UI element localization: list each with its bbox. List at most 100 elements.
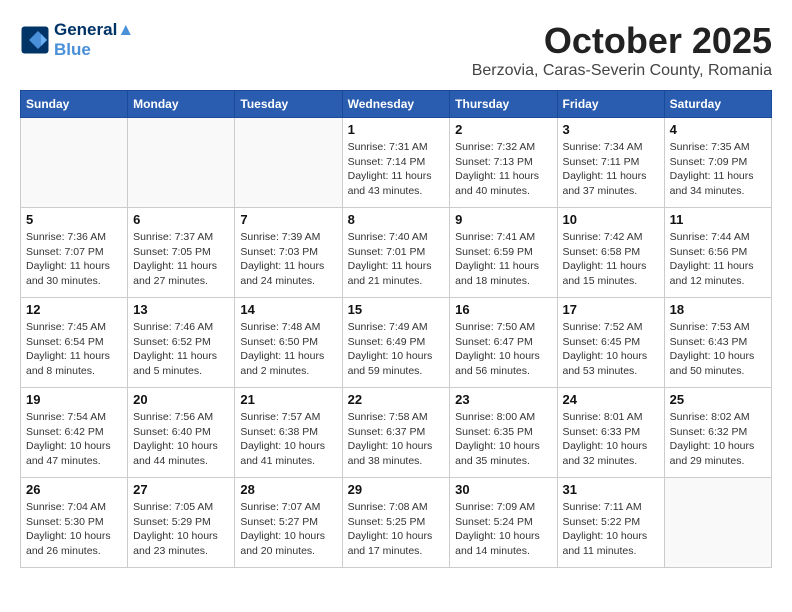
- day-info: Sunrise: 7:49 AM Sunset: 6:49 PM Dayligh…: [348, 320, 445, 379]
- calendar-cell: 27Sunrise: 7:05 AM Sunset: 5:29 PM Dayli…: [128, 478, 235, 568]
- calendar-week-row: 26Sunrise: 7:04 AM Sunset: 5:30 PM Dayli…: [21, 478, 772, 568]
- day-info: Sunrise: 7:37 AM Sunset: 7:05 PM Dayligh…: [133, 230, 229, 289]
- day-info: Sunrise: 7:41 AM Sunset: 6:59 PM Dayligh…: [455, 230, 551, 289]
- calendar-cell: 14Sunrise: 7:48 AM Sunset: 6:50 PM Dayli…: [235, 298, 342, 388]
- day-number: 25: [670, 392, 766, 407]
- day-number: 6: [133, 212, 229, 227]
- calendar-table: SundayMondayTuesdayWednesdayThursdayFrid…: [20, 90, 772, 568]
- calendar-cell: 30 Sunrise: 7:09 AM Sunset: 5:24 PM Dayli…: [450, 478, 557, 568]
- day-number: 11: [670, 212, 766, 227]
- day-info: Sunrise: 7:54 AM Sunset: 6:42 PM Dayligh…: [26, 410, 122, 469]
- calendar-day-header: Saturday: [664, 91, 771, 118]
- calendar-day-header: Friday: [557, 91, 664, 118]
- day-info: Sunrise: 7:31 AM Sunset: 7:14 PM Dayligh…: [348, 140, 445, 199]
- calendar-cell: 24 Sunrise: 8:01 AM Sunset: 6:33 PM Dayli…: [557, 388, 664, 478]
- calendar-day-header: Monday: [128, 91, 235, 118]
- day-info: Sunrise: 8:02 AM Sunset: 6:32 PM Dayligh…: [670, 410, 766, 469]
- day-info: Sunrise: 8:01 AM Sunset: 6:33 PM Dayligh…: [563, 410, 659, 469]
- day-number: 30: [455, 482, 551, 497]
- calendar-cell: 25 Sunrise: 8:02 AM Sunset: 6:32 PM Dayli…: [664, 388, 771, 478]
- day-info: Sunrise: 7:58 AM Sunset: 6:37 PM Dayligh…: [348, 410, 445, 469]
- calendar-cell: 16 Sunrise: 7:50 AM Sunset: 6:47 PM Dayli…: [450, 298, 557, 388]
- calendar-cell: 23Sunrise: 8:00 AM Sunset: 6:35 PM Dayli…: [450, 388, 557, 478]
- calendar-cell: 22 Sunrise: 7:58 AM Sunset: 6:37 PM Dayli…: [342, 388, 450, 478]
- day-info: Sunrise: 7:09 AM Sunset: 5:24 PM Dayligh…: [455, 500, 551, 559]
- calendar-cell: 17Sunrise: 7:52 AM Sunset: 6:45 PM Dayli…: [557, 298, 664, 388]
- day-number: 20: [133, 392, 229, 407]
- calendar-day-header: Sunday: [21, 91, 128, 118]
- day-number: 10: [563, 212, 659, 227]
- calendar-week-row: 12 Sunrise: 7:45 AM Sunset: 6:54 PM Dayli…: [21, 298, 772, 388]
- calendar-cell: 13 Sunrise: 7:46 AM Sunset: 6:52 PM Dayli…: [128, 298, 235, 388]
- day-number: 15: [348, 302, 445, 317]
- calendar-cell: 7 Sunrise: 7:39 AM Sunset: 7:03 PM Daylig…: [235, 208, 342, 298]
- day-info: Sunrise: 7:11 AM Sunset: 5:22 PM Dayligh…: [563, 500, 659, 559]
- day-number: 18: [670, 302, 766, 317]
- calendar-cell: 12 Sunrise: 7:45 AM Sunset: 6:54 PM Dayli…: [21, 298, 128, 388]
- day-number: 1: [348, 122, 445, 137]
- calendar-cell: 11Sunrise: 7:44 AM Sunset: 6:56 PM Dayli…: [664, 208, 771, 298]
- day-number: 9: [455, 212, 551, 227]
- calendar-cell: 5Sunrise: 7:36 AM Sunset: 7:07 PM Daylig…: [21, 208, 128, 298]
- calendar-cell: [128, 118, 235, 208]
- calendar-cell: 10 Sunrise: 7:42 AM Sunset: 6:58 PM Dayli…: [557, 208, 664, 298]
- day-info: Sunrise: 7:42 AM Sunset: 6:58 PM Dayligh…: [563, 230, 659, 289]
- calendar-day-header: Thursday: [450, 91, 557, 118]
- calendar-cell: 15 Sunrise: 7:49 AM Sunset: 6:49 PM Dayli…: [342, 298, 450, 388]
- day-number: 23: [455, 392, 551, 407]
- calendar-cell: 19 Sunrise: 7:54 AM Sunset: 6:42 PM Dayli…: [21, 388, 128, 478]
- day-number: 27: [133, 482, 229, 497]
- day-number: 13: [133, 302, 229, 317]
- calendar-cell: 3 Sunrise: 7:34 AM Sunset: 7:11 PM Daylig…: [557, 118, 664, 208]
- calendar-cell: 20 Sunrise: 7:56 AM Sunset: 6:40 PM Dayli…: [128, 388, 235, 478]
- calendar-cell: [21, 118, 128, 208]
- calendar-cell: 18 Sunrise: 7:53 AM Sunset: 6:43 PM Dayli…: [664, 298, 771, 388]
- day-number: 19: [26, 392, 122, 407]
- calendar-cell: 8 Sunrise: 7:40 AM Sunset: 7:01 PM Daylig…: [342, 208, 450, 298]
- day-info: Sunrise: 7:46 AM Sunset: 6:52 PM Dayligh…: [133, 320, 229, 379]
- month-title: October 2025: [472, 20, 772, 62]
- calendar-cell: 2Sunrise: 7:32 AM Sunset: 7:13 PM Daylig…: [450, 118, 557, 208]
- calendar-cell: 26Sunrise: 7:04 AM Sunset: 5:30 PM Dayli…: [21, 478, 128, 568]
- day-info: Sunrise: 7:32 AM Sunset: 7:13 PM Dayligh…: [455, 140, 551, 199]
- day-info: Sunrise: 7:45 AM Sunset: 6:54 PM Dayligh…: [26, 320, 122, 379]
- day-number: 16: [455, 302, 551, 317]
- day-number: 12: [26, 302, 122, 317]
- day-number: 22: [348, 392, 445, 407]
- day-info: Sunrise: 7:35 AM Sunset: 7:09 PM Dayligh…: [670, 140, 766, 199]
- day-info: Sunrise: 7:08 AM Sunset: 5:25 PM Dayligh…: [348, 500, 445, 559]
- calendar-cell: 31 Sunrise: 7:11 AM Sunset: 5:22 PM Dayli…: [557, 478, 664, 568]
- day-info: Sunrise: 7:39 AM Sunset: 7:03 PM Dayligh…: [240, 230, 336, 289]
- day-number: 17: [563, 302, 659, 317]
- day-info: Sunrise: 7:48 AM Sunset: 6:50 PM Dayligh…: [240, 320, 336, 379]
- calendar-header-row: SundayMondayTuesdayWednesdayThursdayFrid…: [21, 91, 772, 118]
- calendar-week-row: 19 Sunrise: 7:54 AM Sunset: 6:42 PM Dayli…: [21, 388, 772, 478]
- day-info: Sunrise: 7:07 AM Sunset: 5:27 PM Dayligh…: [240, 500, 336, 559]
- calendar-cell: 21Sunrise: 7:57 AM Sunset: 6:38 PM Dayli…: [235, 388, 342, 478]
- calendar-day-header: Wednesday: [342, 91, 450, 118]
- day-info: Sunrise: 7:56 AM Sunset: 6:40 PM Dayligh…: [133, 410, 229, 469]
- day-number: 4: [670, 122, 766, 137]
- day-number: 28: [240, 482, 336, 497]
- logo: General▲ Blue: [20, 20, 134, 60]
- day-number: 7: [240, 212, 336, 227]
- page-header: General▲ Blue October 2025 Berzovia, Car…: [20, 20, 772, 80]
- day-number: 8: [348, 212, 445, 227]
- logo-text: General▲ Blue: [54, 20, 134, 60]
- day-number: 21: [240, 392, 336, 407]
- calendar-week-row: 1 Sunrise: 7:31 AM Sunset: 7:14 PM Daylig…: [21, 118, 772, 208]
- day-info: Sunrise: 7:53 AM Sunset: 6:43 PM Dayligh…: [670, 320, 766, 379]
- day-number: 3: [563, 122, 659, 137]
- calendar-cell: 6 Sunrise: 7:37 AM Sunset: 7:05 PM Daylig…: [128, 208, 235, 298]
- day-info: Sunrise: 7:40 AM Sunset: 7:01 PM Dayligh…: [348, 230, 445, 289]
- subtitle: Berzovia, Caras-Severin County, Romania: [472, 62, 772, 80]
- day-number: 31: [563, 482, 659, 497]
- day-info: Sunrise: 7:36 AM Sunset: 7:07 PM Dayligh…: [26, 230, 122, 289]
- calendar-day-header: Tuesday: [235, 91, 342, 118]
- day-number: 24: [563, 392, 659, 407]
- day-number: 29: [348, 482, 445, 497]
- title-block: October 2025 Berzovia, Caras-Severin Cou…: [472, 20, 772, 80]
- day-info: Sunrise: 7:34 AM Sunset: 7:11 PM Dayligh…: [563, 140, 659, 199]
- day-number: 26: [26, 482, 122, 497]
- day-info: Sunrise: 7:50 AM Sunset: 6:47 PM Dayligh…: [455, 320, 551, 379]
